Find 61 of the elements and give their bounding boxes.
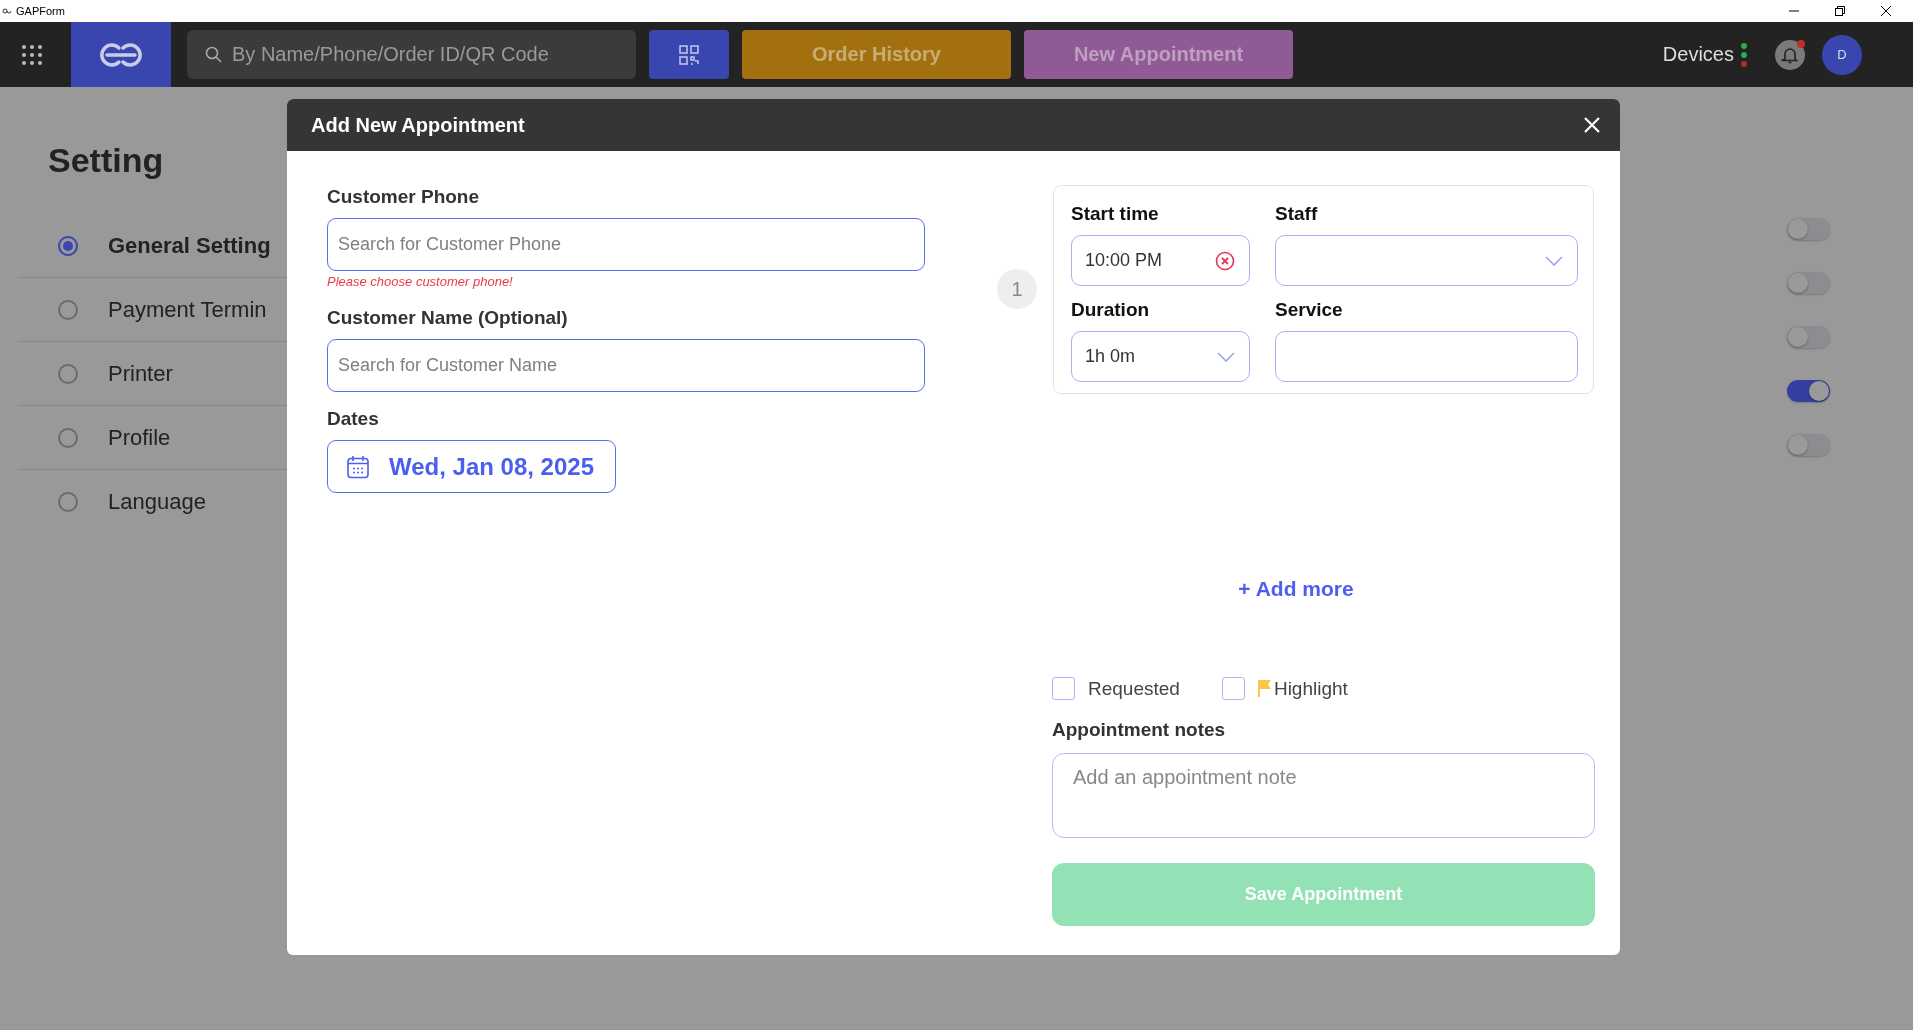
clear-icon[interactable] [1215, 250, 1235, 271]
flag-icon [1257, 678, 1272, 697]
toggle-switch[interactable] [1787, 434, 1830, 456]
field-label: Dates [327, 407, 380, 431]
radio-button[interactable] [58, 235, 78, 256]
settings-heading: Setting [48, 140, 165, 180]
search-field[interactable]: By Name/Phone/Order ID/QR Code [187, 30, 636, 79]
bell-icon [1781, 45, 1799, 64]
restore-icon[interactable] [1835, 6, 1845, 16]
radio-button[interactable] [58, 491, 78, 512]
field-label: Service [1275, 298, 1344, 322]
devices-label[interactable]: Devices [1662, 43, 1734, 66]
settings-menu-item[interactable]: General Setting [108, 232, 271, 259]
qr-scan-button[interactable] [649, 30, 729, 79]
appointment-number: 1 [997, 269, 1037, 309]
field-label: Customer Name (Optional) [327, 306, 569, 330]
toggle-switch[interactable] [1787, 272, 1830, 294]
radio-button[interactable] [58, 427, 78, 448]
close-button[interactable] [1584, 117, 1600, 133]
option-label: Highlight [1273, 677, 1348, 700]
error-message: Please choose customer phone! [327, 274, 514, 290]
close-icon[interactable] [1881, 6, 1891, 16]
minimize-icon[interactable] [1789, 10, 1799, 12]
settings-menu-item[interactable]: Language [108, 488, 206, 515]
option-label: Requested [1088, 677, 1180, 700]
add-more-link[interactable]: + Add more [1238, 577, 1354, 601]
qr-code-icon [679, 44, 699, 65]
checkbox[interactable] [1052, 677, 1075, 700]
app-icon [2, 6, 12, 16]
staff-select[interactable] [1275, 235, 1578, 286]
toggle-switch[interactable] [1787, 326, 1830, 348]
date-picker-button[interactable]: Wed, Jan 08, 2025 [327, 440, 616, 493]
toggle-switch[interactable] [1787, 380, 1830, 402]
field-label: Start time [1071, 202, 1160, 226]
notes-field[interactable]: Add an appointment note [1052, 753, 1595, 838]
dialog-title: Add New Appointment [311, 113, 525, 137]
duration-select[interactable]: 1h 0m [1071, 331, 1250, 382]
customer-name-field[interactable]: Search for Customer Name [327, 339, 925, 392]
time-field[interactable]: 10:00 PM [1071, 235, 1250, 286]
toggle-switch[interactable] [1787, 218, 1830, 240]
settings-menu-item[interactable]: Profile [108, 424, 171, 451]
customer-phone-field[interactable]: Search for Customer Phone [327, 218, 925, 271]
settings-menu-item[interactable]: Payment Termin [108, 296, 267, 323]
caret-icon [1545, 255, 1563, 266]
settings-menu-item[interactable]: Printer [108, 360, 173, 387]
service-field[interactable] [1275, 331, 1578, 382]
radio-button[interactable] [58, 363, 78, 384]
field-label: Customer Phone [327, 185, 481, 209]
close-icon [1584, 117, 1600, 133]
radio-button[interactable] [58, 299, 78, 320]
checkbox[interactable] [1221, 677, 1245, 700]
apps-grid-icon[interactable] [22, 44, 42, 65]
logo[interactable] [71, 22, 171, 87]
window-title: GAPForm [16, 5, 65, 17]
caret-icon [1217, 351, 1235, 362]
field-label: Staff [1275, 202, 1319, 226]
user-avatar[interactable]: D [1822, 34, 1862, 75]
field-label: Appointment notes [1052, 718, 1227, 742]
field-label: Duration [1071, 298, 1151, 322]
calendar-icon [347, 454, 369, 479]
notification-button[interactable] [1775, 39, 1805, 70]
